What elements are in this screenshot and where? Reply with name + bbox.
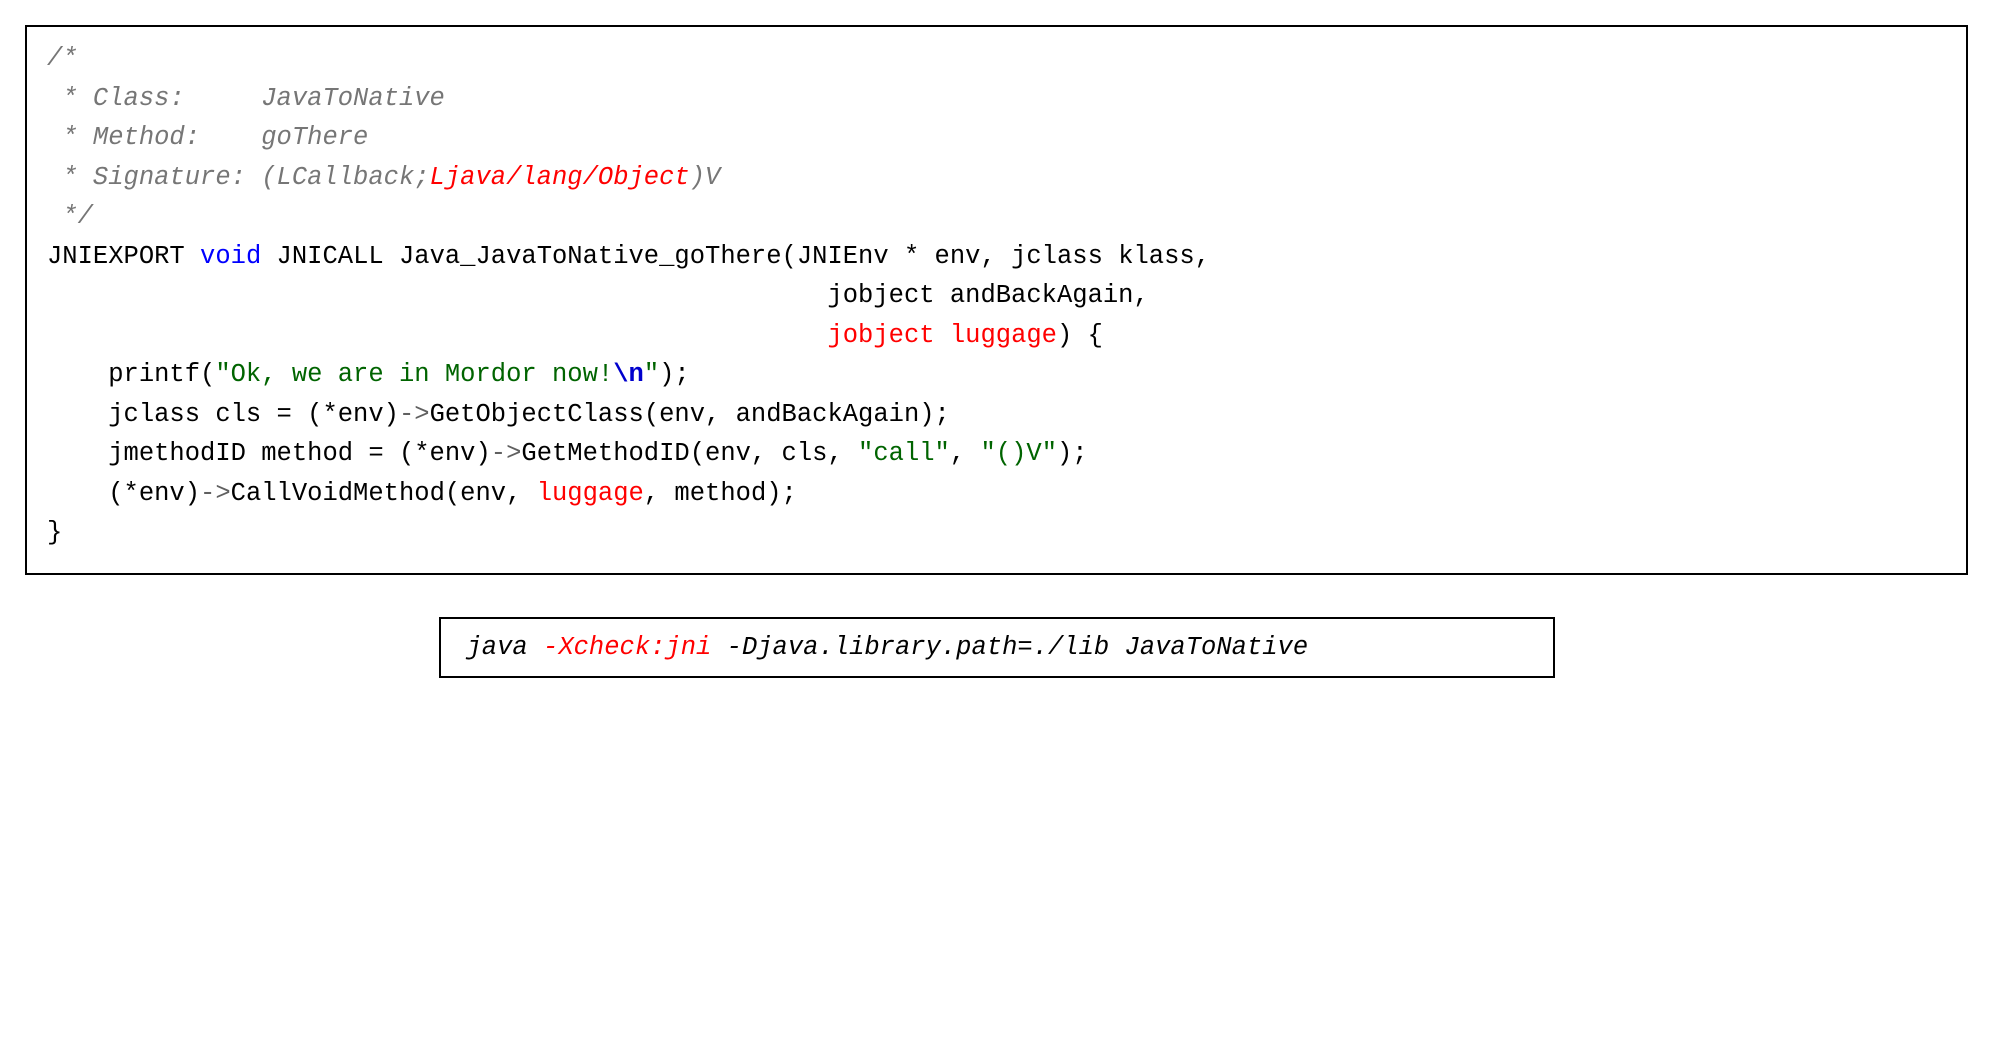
comment-line: )V bbox=[690, 163, 721, 192]
string-literal: " bbox=[644, 360, 659, 389]
comment-line: * Signature: (LCallback; bbox=[47, 163, 430, 192]
string-literal: "Ok, we are in Mordor now! bbox=[215, 360, 613, 389]
code-text: printf( bbox=[47, 360, 215, 389]
comment-line: * Method: goThere bbox=[47, 123, 368, 152]
code-text: , bbox=[950, 439, 981, 468]
code-text: jmethodID method = (*env) bbox=[47, 439, 491, 468]
code-text: jobject andBackAgain, bbox=[47, 281, 1149, 310]
code-text: GetMethodID(env, cls, bbox=[521, 439, 858, 468]
arrow-operator: -> bbox=[491, 439, 522, 468]
code-text: ); bbox=[1057, 439, 1088, 468]
code-text: JNICALL Java_JavaToNative_goThere(JNIEnv… bbox=[261, 242, 1210, 271]
code-text: (*env) bbox=[47, 479, 200, 508]
command-text: -Djava.library.path=./lib JavaToNative bbox=[711, 633, 1308, 662]
escape-sequence: \n bbox=[613, 360, 644, 389]
comment-line: /* bbox=[47, 44, 78, 73]
code-text: ) { bbox=[1057, 321, 1103, 350]
code-text: CallVoidMethod(env, bbox=[231, 479, 537, 508]
command-block: java -Xcheck:jni -Djava.library.path=./l… bbox=[439, 617, 1555, 678]
code-text: ); bbox=[659, 360, 690, 389]
arrow-operator: -> bbox=[200, 479, 231, 508]
code-text: JNIEXPORT bbox=[47, 242, 200, 271]
code-text: } bbox=[47, 518, 62, 547]
code-text: jclass cls = (*env) bbox=[47, 400, 399, 429]
flag-highlight: -Xcheck:jni bbox=[543, 633, 711, 662]
arrow-operator: -> bbox=[399, 400, 430, 429]
signature-highlight: Ljava/lang/Object bbox=[430, 163, 690, 192]
code-block: /* * Class: JavaToNative * Method: goThe… bbox=[25, 25, 1968, 575]
command-text: java bbox=[467, 633, 544, 662]
string-literal: "call" bbox=[858, 439, 950, 468]
string-literal: "()V" bbox=[980, 439, 1057, 468]
code-text: , method); bbox=[644, 479, 797, 508]
keyword-void: void bbox=[200, 242, 261, 271]
comment-line: * Class: JavaToNative bbox=[47, 84, 445, 113]
comment-line: */ bbox=[47, 202, 93, 231]
code-text: GetObjectClass(env, andBackAgain); bbox=[430, 400, 950, 429]
code-text bbox=[47, 321, 827, 350]
param-highlight: jobject luggage bbox=[827, 321, 1057, 350]
arg-highlight: luggage bbox=[537, 479, 644, 508]
